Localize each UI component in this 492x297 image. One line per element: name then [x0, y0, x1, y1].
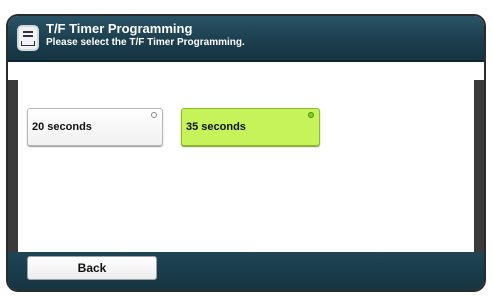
option-label: 35 seconds: [186, 121, 246, 133]
footer-bar: Back: [8, 252, 484, 290]
icon-line: [23, 35, 33, 37]
icon-line: [23, 31, 33, 33]
content-area: [18, 62, 474, 252]
back-button[interactable]: Back: [27, 256, 157, 280]
device-panel: T/F Timer Programming Please select the …: [8, 16, 484, 290]
document-tray-icon: [17, 25, 39, 51]
selected-indicator-icon: [308, 112, 314, 118]
title-bar: T/F Timer Programming Please select the …: [8, 16, 484, 62]
option-label: 20 seconds: [32, 121, 92, 133]
option-20-seconds[interactable]: 20 seconds: [27, 108, 163, 146]
back-label: Back: [77, 261, 107, 275]
screen: T/F Timer Programming Please select the …: [0, 0, 492, 297]
page-title: T/F Timer Programming: [46, 21, 193, 36]
icon-tray: [21, 41, 35, 46]
page-subtitle: Please select the T/F Timer Programming.: [46, 37, 245, 48]
unselected-indicator-icon: [151, 112, 157, 118]
option-35-seconds[interactable]: 35 seconds: [181, 108, 320, 146]
